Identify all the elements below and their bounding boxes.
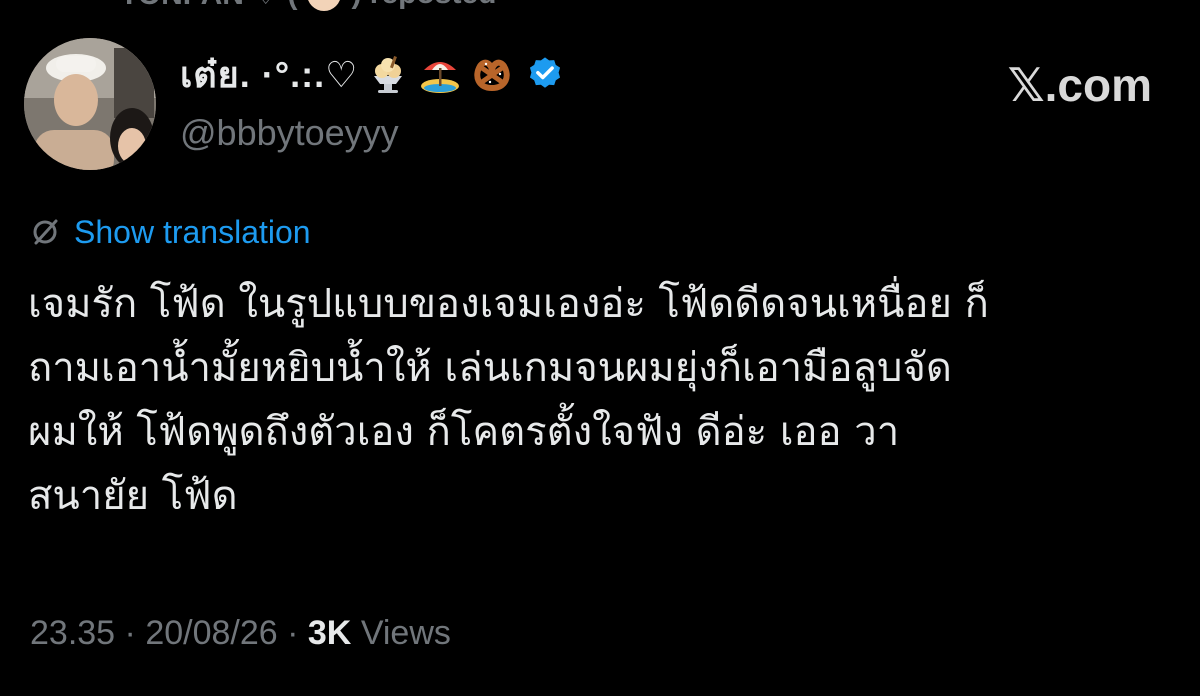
author-name-row[interactable]: เต๋ย. ·°.:.♡ <box>180 48 564 100</box>
meta-separator: · <box>115 614 146 652</box>
show-translation-button[interactable]: Show translation <box>30 210 311 254</box>
pretzel-icon <box>474 59 511 92</box>
repost-indicator[interactable]: TONPAN ♡ ( ) reposted <box>120 0 496 14</box>
meta-separator: · <box>277 614 308 652</box>
author-handle[interactable]: @bbbytoeyyy <box>180 112 399 154</box>
repost-label: TONPAN ♡ ( <box>120 0 297 12</box>
x-brand-logo: 𝕏.com <box>1007 59 1152 111</box>
avatar-photo <box>24 38 156 170</box>
tweet-time[interactable]: 23.35 <box>30 614 115 652</box>
verified-badge-icon[interactable] <box>526 55 564 93</box>
tweet-text: เจมรัก โฟ้ด ในรูปแบบของเจมเองอ่ะ โฟ้ดดีด… <box>28 272 1178 528</box>
tweet-line: สนายัย โฟ้ด <box>28 473 238 519</box>
avatar[interactable] <box>24 38 156 170</box>
tweet-meta: 23.35 · 20/08/26 · 3K Views <box>30 614 451 653</box>
views-count: 3K <box>307 614 352 652</box>
tweet-line: ถามเอาน้ำมั้ยหยิบน้ำให้ เล่นเกมจนผมยุ่งก… <box>28 345 952 391</box>
tweet-line: ผมให้ โฟ้ดพูดถึงตัวเอง ก็โคตรตั้งใจฟัง ด… <box>28 409 900 455</box>
show-translation-label[interactable]: Show translation <box>74 214 311 251</box>
ice-cream-icon <box>374 56 403 93</box>
tweet-date[interactable]: 20/08/26 <box>145 614 277 652</box>
translate-icon <box>33 219 58 245</box>
views-label: Views <box>360 614 451 652</box>
face-emoji-icon <box>307 0 342 11</box>
author-display-name[interactable]: เต๋ย. ·°.:.♡ <box>180 46 358 103</box>
tweet-line: เจมรัก โฟ้ด ในรูปแบบของเจมเองอ่ะ โฟ้ดดีด… <box>28 281 989 327</box>
repost-suffix: ) reposted <box>351 0 496 11</box>
beach-umbrella-icon <box>421 62 460 93</box>
